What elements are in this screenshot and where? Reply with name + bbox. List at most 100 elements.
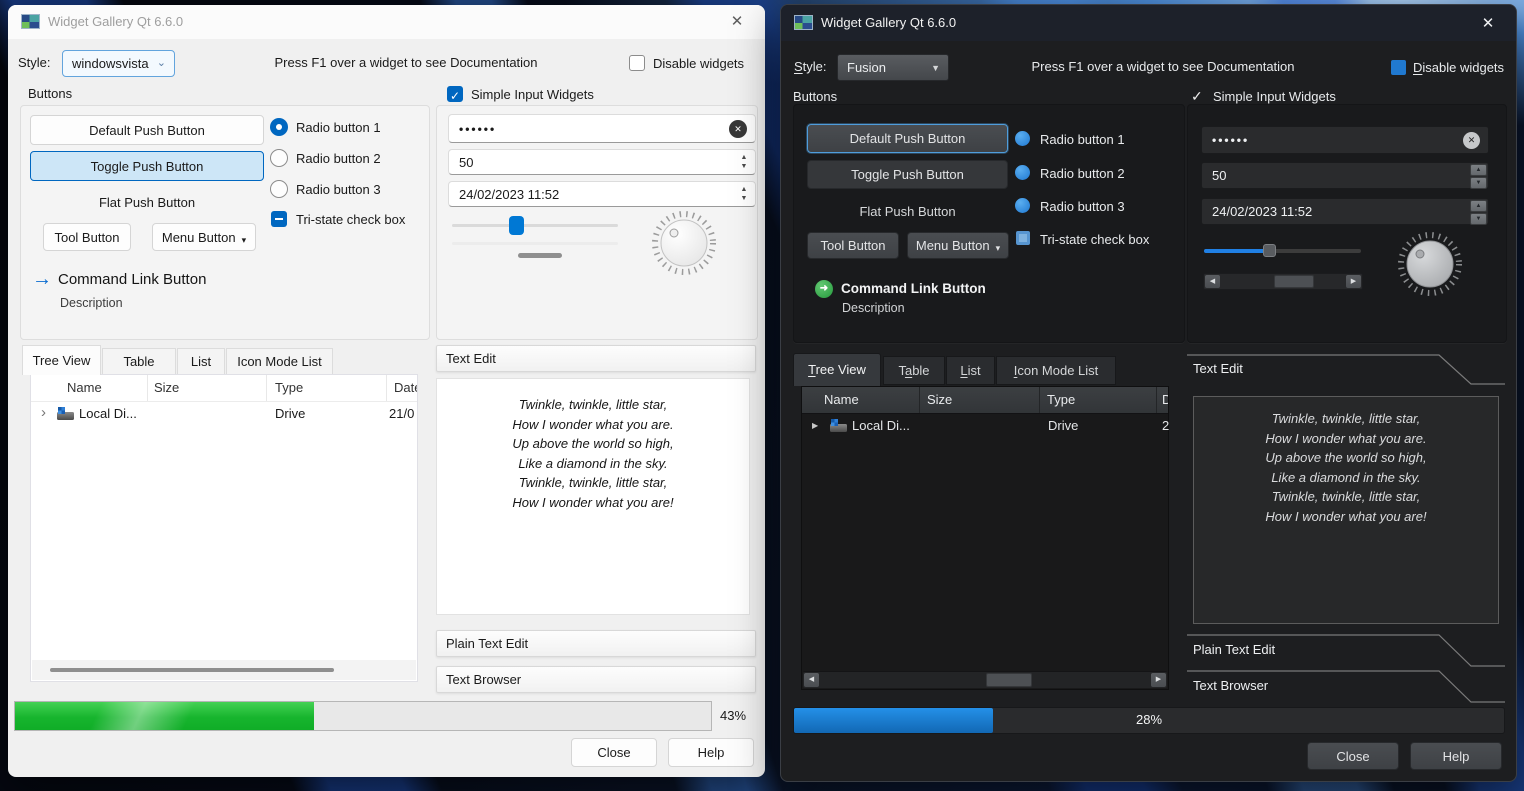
- spinbox-stepper[interactable]: ▲ ▼: [736, 150, 752, 174]
- scrollbar-thumb[interactable]: [518, 253, 562, 258]
- radio-button-2[interactable]: [270, 149, 288, 167]
- scrollbar-thumb[interactable]: [1274, 275, 1314, 288]
- radio-button-1[interactable]: [1015, 131, 1030, 146]
- flat-push-button[interactable]: Flat Push Button: [807, 204, 1008, 219]
- radio-button-2[interactable]: [1015, 165, 1030, 180]
- close-button[interactable]: Close: [1307, 742, 1399, 770]
- tri-state-checkbox[interactable]: [271, 211, 287, 227]
- tree-header-name[interactable]: Name: [31, 375, 148, 401]
- tab-list[interactable]: List: [177, 348, 225, 375]
- slider[interactable]: [1204, 249, 1361, 253]
- tab-tree-view[interactable]: Tree View: [22, 345, 101, 375]
- menu-button[interactable]: Menu Button ▾: [152, 223, 256, 251]
- toolbox-plain-text-edit-header[interactable]: Plain Text Edit: [436, 630, 756, 657]
- simple-input-widgets-checkbox[interactable]: ✓: [447, 86, 463, 102]
- clear-icon[interactable]: ✕: [729, 120, 747, 138]
- tab-tree-view[interactable]: Tree View: [793, 353, 881, 386]
- toolbox-text-browser-header[interactable]: Text Browser: [1187, 670, 1505, 703]
- spinbox[interactable]: 50 ▲ ▼: [1201, 162, 1489, 189]
- scrollbar-groove[interactable]: [452, 242, 618, 245]
- spin-down-icon[interactable]: ▼: [741, 196, 748, 202]
- scroll-right-icon[interactable]: ▶: [1151, 673, 1166, 687]
- datetime-edit[interactable]: 24/02/2023 11:52 ▲ ▼: [1201, 198, 1489, 225]
- command-link-button[interactable]: Command Link Button: [58, 271, 206, 288]
- flat-push-button[interactable]: Flat Push Button: [30, 195, 264, 210]
- tree-hscrollbar-thumb[interactable]: [986, 673, 1032, 687]
- text-edit[interactable]: Twinkle, twinkle, little star, How I won…: [436, 378, 750, 615]
- tree-row[interactable]: › Local Di... Drive 21/0: [31, 402, 417, 426]
- tab-icon-mode-list[interactable]: Icon Mode List: [226, 348, 333, 375]
- close-button[interactable]: Close: [571, 738, 657, 767]
- default-push-button[interactable]: Default Push Button: [30, 115, 264, 145]
- tree-hscrollbar-thumb[interactable]: [50, 668, 334, 672]
- tab-table[interactable]: Table: [883, 356, 945, 385]
- branch-expand-icon[interactable]: ▶: [812, 421, 818, 430]
- disable-widgets-checkbox[interactable]: [629, 55, 645, 71]
- spin-down-icon[interactable]: ▼: [741, 164, 748, 170]
- spin-up-icon[interactable]: ▲: [741, 155, 748, 161]
- spinbox-stepper[interactable]: ▲ ▼: [1470, 164, 1487, 187]
- help-button[interactable]: Help: [668, 738, 754, 767]
- password-input[interactable]: •••••• ✕: [448, 114, 756, 143]
- scroll-right-icon[interactable]: ▶: [1346, 275, 1361, 288]
- spinbox[interactable]: 50 ▲ ▼: [448, 149, 756, 175]
- slider-handle[interactable]: [509, 216, 524, 235]
- slider-handle[interactable]: [1263, 244, 1276, 257]
- tree-header-type[interactable]: Type: [267, 375, 387, 401]
- toolbox-text-edit-header[interactable]: Text Edit: [436, 345, 756, 372]
- tab-list[interactable]: List: [946, 356, 995, 385]
- spin-up-icon[interactable]: ▲: [1470, 164, 1487, 176]
- tool-button[interactable]: Tool Button: [807, 232, 899, 259]
- spin-up-icon[interactable]: ▲: [741, 187, 748, 193]
- tree-view[interactable]: Name Size Type D ▶ Local Di... Drive 2 ◀…: [801, 386, 1169, 690]
- tree-header-size[interactable]: Size: [920, 387, 1040, 413]
- tree-header-date[interactable]: Date: [387, 375, 417, 401]
- clear-icon[interactable]: ✕: [1463, 132, 1480, 149]
- radio-button-1[interactable]: [270, 118, 288, 136]
- toggle-push-button[interactable]: Toggle Push Button: [30, 151, 264, 181]
- tree-header-type[interactable]: Type: [1040, 387, 1157, 413]
- style-combobox[interactable]: windowsvista ⌄: [62, 50, 175, 77]
- title-bar[interactable]: Widget Gallery Qt 6.6.0 ✕: [781, 5, 1516, 41]
- close-icon[interactable]: ✕: [723, 11, 751, 33]
- radio-button-3[interactable]: [1015, 198, 1030, 213]
- default-push-button[interactable]: Default Push Button: [807, 124, 1008, 153]
- scroll-left-icon[interactable]: ◀: [804, 673, 819, 687]
- tree-row[interactable]: ▶ Local Di... Drive 2: [802, 414, 1168, 438]
- tree-view[interactable]: Name Size Type Date › Local Di... Drive …: [30, 374, 418, 682]
- close-icon[interactable]: ✕: [1474, 13, 1502, 35]
- tool-button[interactable]: Tool Button: [43, 223, 131, 251]
- menu-button[interactable]: Menu Button ▾: [907, 232, 1009, 259]
- tree-hscrollbar[interactable]: [32, 660, 416, 680]
- spin-down-icon[interactable]: ▼: [1470, 213, 1487, 225]
- simple-input-widgets-checkbox[interactable]: ✓: [1191, 88, 1203, 105]
- scrollbar[interactable]: ◀ ▶: [1203, 273, 1363, 290]
- datetime-edit[interactable]: 24/02/2023 11:52 ▲ ▼: [448, 181, 756, 207]
- scroll-left-icon[interactable]: ◀: [1205, 275, 1220, 288]
- tree-header-name[interactable]: Name: [802, 387, 920, 413]
- radio-button-3[interactable]: [270, 180, 288, 198]
- branch-expand-icon[interactable]: ›: [41, 404, 46, 421]
- style-combobox[interactable]: Fusion ▼: [837, 54, 949, 81]
- spin-up-icon[interactable]: ▲: [1470, 200, 1487, 212]
- tab-table[interactable]: Table: [102, 348, 176, 375]
- help-button[interactable]: Help: [1410, 742, 1502, 770]
- tree-header-size[interactable]: Size: [148, 375, 267, 401]
- datetime-stepper[interactable]: ▲ ▼: [1470, 200, 1487, 223]
- toggle-push-button[interactable]: Toggle Push Button: [807, 160, 1008, 189]
- slider[interactable]: [452, 224, 618, 227]
- toolbox-text-edit-header[interactable]: Text Edit: [1187, 353, 1505, 386]
- password-input[interactable]: •••••• ✕: [1201, 126, 1489, 154]
- tree-hscrollbar[interactable]: ◀ ▶: [803, 671, 1167, 688]
- toolbox-text-browser-header[interactable]: Text Browser: [436, 666, 756, 693]
- datetime-stepper[interactable]: ▲ ▼: [736, 182, 752, 206]
- toolbox-plain-text-edit-header[interactable]: Plain Text Edit: [1187, 634, 1505, 667]
- tree-header-date[interactable]: D: [1157, 387, 1168, 413]
- tri-state-checkbox[interactable]: [1016, 231, 1030, 245]
- dial[interactable]: [1397, 231, 1463, 297]
- command-link-button[interactable]: Command Link Button: [841, 281, 986, 296]
- tab-icon-mode-list[interactable]: Icon Mode List: [996, 356, 1116, 385]
- spin-down-icon[interactable]: ▼: [1470, 177, 1487, 189]
- disable-widgets-checkbox[interactable]: [1391, 60, 1406, 75]
- title-bar[interactable]: Widget Gallery Qt 6.6.0 ✕: [8, 5, 765, 39]
